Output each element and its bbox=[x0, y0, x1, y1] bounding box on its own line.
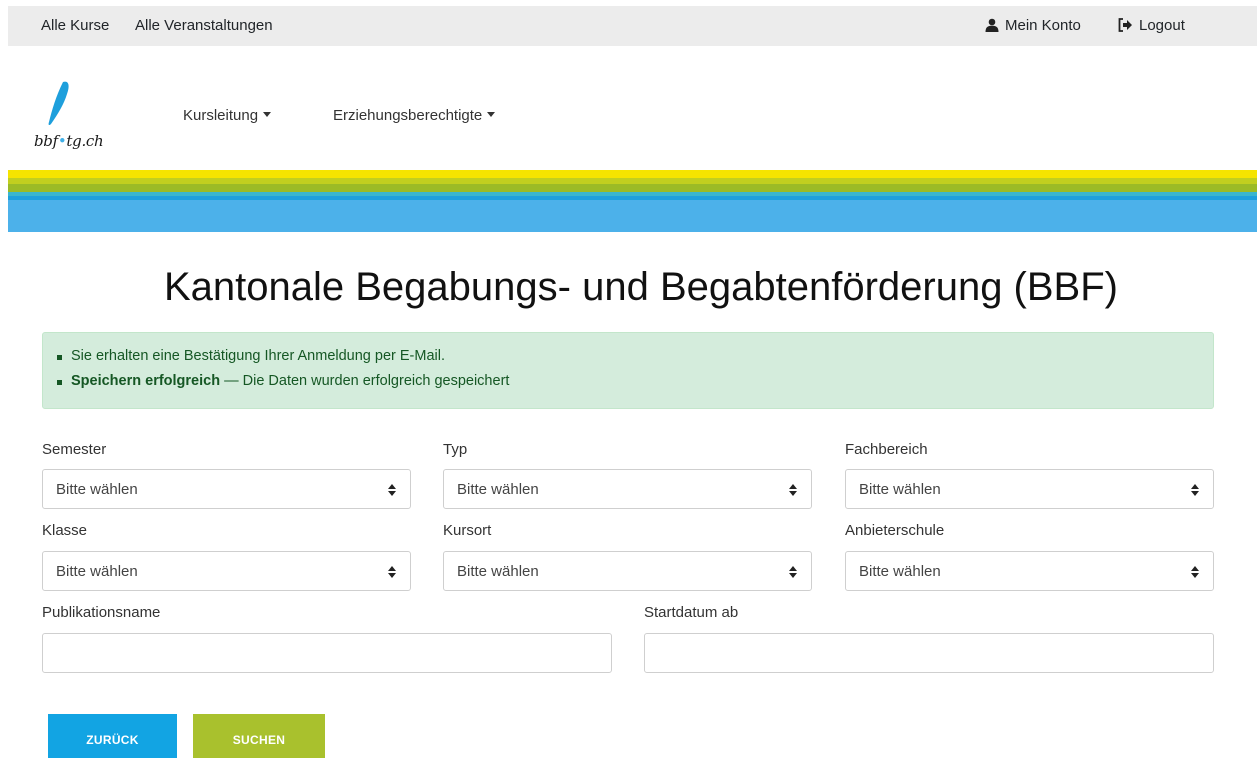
feather-logo-icon bbox=[48, 81, 69, 126]
top-bar: Alle Kurse Alle Veranstaltungen Mein Kon… bbox=[8, 6, 1257, 46]
kursort-select[interactable]: Bitte wählen bbox=[443, 551, 812, 591]
typ-select[interactable]: Bitte wählen bbox=[443, 469, 812, 509]
publikationsname-input[interactable] bbox=[42, 633, 612, 673]
header-stripes bbox=[8, 170, 1257, 232]
publikationsname-label: Publikationsname bbox=[42, 604, 161, 621]
startdatum-input[interactable] bbox=[644, 633, 1214, 673]
kursort-label: Kursort bbox=[443, 522, 492, 539]
anbieterschule-select[interactable]: Bitte wählen bbox=[845, 551, 1214, 591]
logout-link[interactable]: Logout bbox=[1118, 17, 1185, 34]
nav-dropdown-erziehungsberechtigte[interactable]: Erziehungsberechtigte bbox=[333, 107, 496, 124]
sort-arrows-icon bbox=[388, 566, 396, 578]
my-account-link[interactable]: Mein Konto bbox=[985, 17, 1081, 34]
nav-link-all-courses[interactable]: Alle Kurse bbox=[41, 17, 109, 34]
page: Alle Kurse Alle Veranstaltungen Mein Kon… bbox=[0, 0, 1257, 758]
anbieterschule-label: Anbieterschule bbox=[845, 522, 945, 539]
fachbereich-select[interactable]: Bitte wählen bbox=[845, 469, 1214, 509]
sort-arrows-icon bbox=[789, 484, 797, 496]
my-account-label: Mein Konto bbox=[1005, 17, 1081, 34]
alert-message-confirmation: Sie erhalten eine Bestätigung Ihrer Anme… bbox=[57, 348, 445, 364]
stripe-blue bbox=[8, 200, 1257, 232]
stripe-yellow bbox=[8, 170, 1257, 178]
caret-down-icon bbox=[263, 112, 272, 117]
site-logo[interactable]: bbf•tg.ch bbox=[34, 80, 134, 150]
fachbereich-label: Fachbereich bbox=[845, 441, 928, 458]
sort-arrows-icon bbox=[1191, 484, 1199, 496]
nav-dropdown-kursleitung[interactable]: Kursleitung bbox=[183, 107, 272, 124]
sort-arrows-icon bbox=[789, 566, 797, 578]
logo-text: bbf•tg.ch bbox=[34, 132, 104, 150]
nav-link-all-events[interactable]: Alle Veranstaltungen bbox=[135, 17, 273, 34]
success-alert: Sie erhalten eine Bestätigung Ihrer Anme… bbox=[42, 332, 1214, 409]
search-button[interactable]: Suchen bbox=[193, 714, 325, 758]
startdatum-label: Startdatum ab bbox=[644, 604, 739, 621]
sort-arrows-icon bbox=[388, 484, 396, 496]
semester-label: Semester bbox=[42, 441, 107, 458]
caret-down-icon bbox=[487, 112, 496, 117]
alert-message-saved: Speichern erfolgreich — Die Daten wurden… bbox=[56, 373, 510, 389]
klasse-label: Klasse bbox=[42, 522, 88, 539]
klasse-select[interactable]: Bitte wählen bbox=[42, 551, 411, 591]
sign-out-icon bbox=[1118, 18, 1132, 32]
semester-select[interactable]: Bitte wählen bbox=[42, 469, 411, 509]
logout-label: Logout bbox=[1139, 17, 1185, 34]
typ-label: Typ bbox=[443, 441, 468, 458]
user-icon bbox=[985, 18, 999, 32]
page-title: Kantonale Begabungs- und Begabtenförderu… bbox=[163, 265, 1118, 309]
back-button[interactable]: Zurück bbox=[48, 714, 177, 758]
sort-arrows-icon bbox=[1191, 566, 1199, 578]
stripe-green bbox=[8, 184, 1257, 192]
